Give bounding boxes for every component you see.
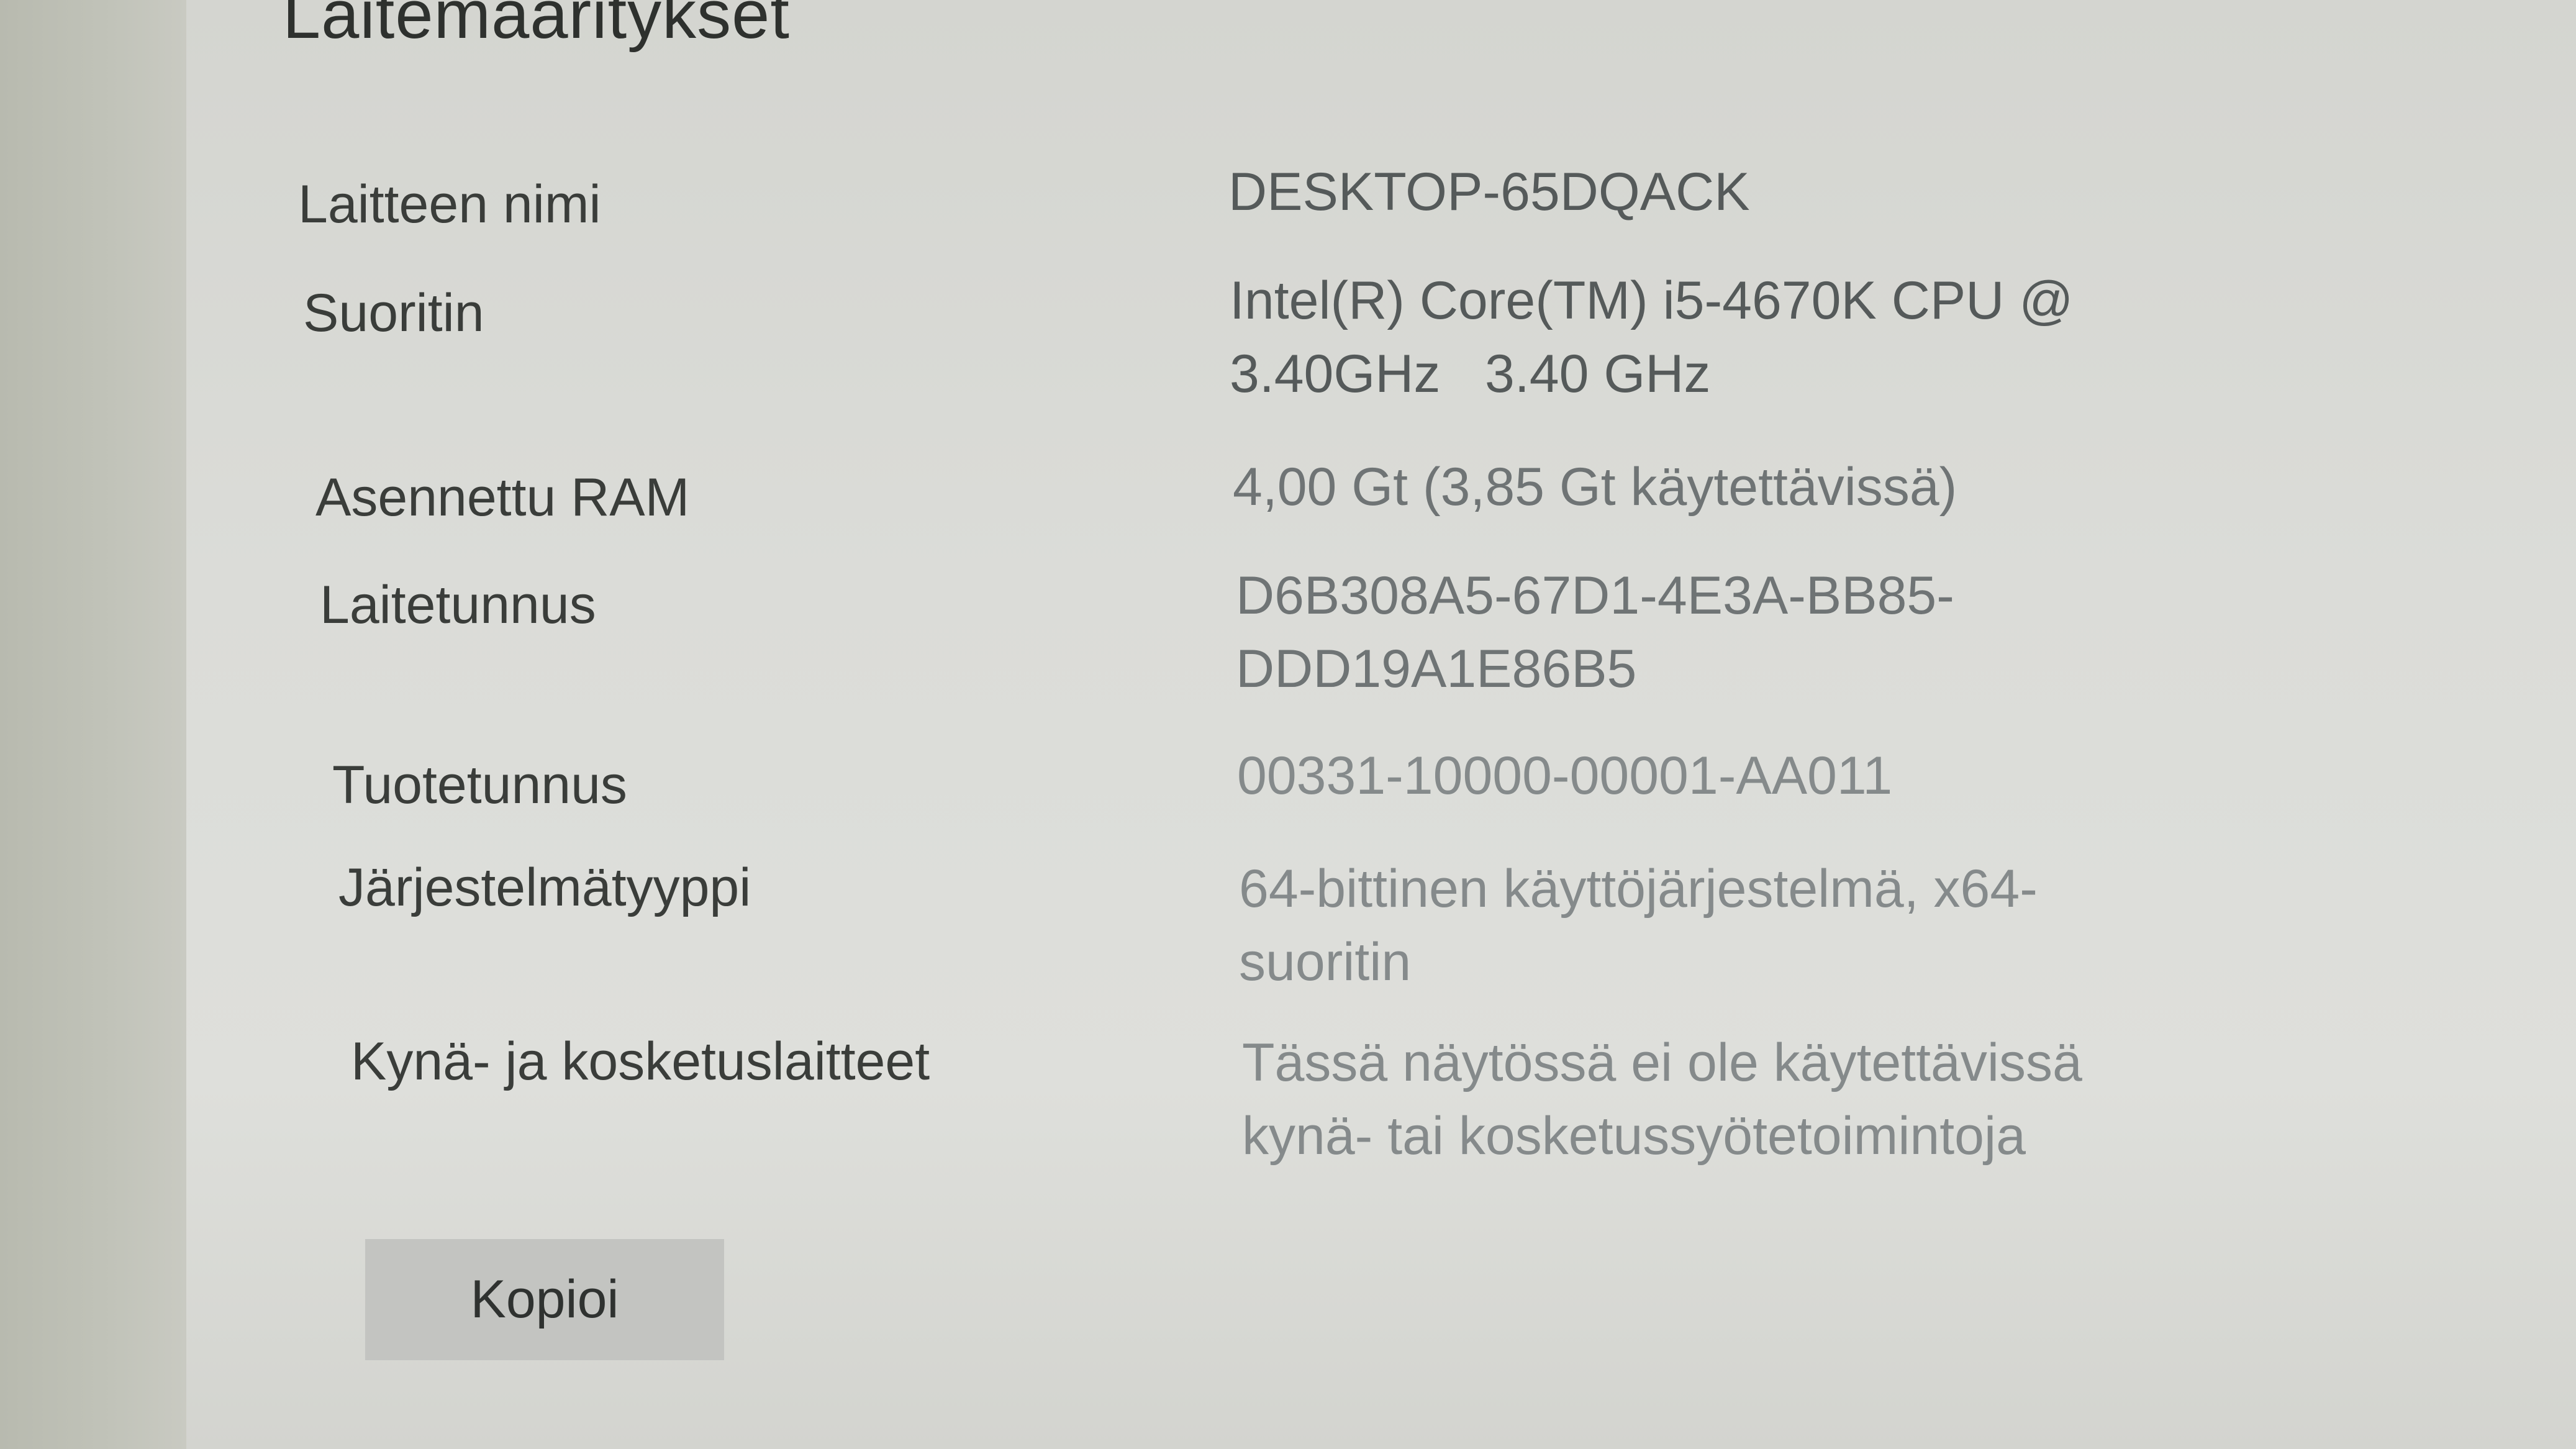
spec-value-device-id[interactable]: D6B308A5-67D1-4E3A-BB85- DDD19A1E86B5: [1236, 559, 1954, 706]
value-line: DDD19A1E86B5: [1236, 639, 1637, 699]
section-title: Laitemääritykset: [283, 0, 790, 53]
screen: Laitemääritykset Laitteen nimi DESKTOP-6…: [0, 0, 2576, 1449]
value-line: suoritin: [1239, 932, 1412, 992]
spec-label-device-name: Laitteen nimi: [298, 175, 601, 234]
spec-value-system-type[interactable]: 64-bittinen käyttöjärjestelmä, x64- suor…: [1239, 852, 2038, 999]
value-line: kynä- tai kosketussyötetoimintoja: [1242, 1106, 2026, 1166]
spec-label-installed-ram: Asennettu RAM: [315, 468, 690, 527]
value-line: 64-bittinen käyttöjärjestelmä, x64-: [1239, 859, 2038, 919]
spec-label-product-id: Tuotetunnus: [332, 755, 627, 815]
spec-value-installed-ram[interactable]: 4,00 Gt (3,85 Gt käytettävissä): [1233, 450, 1957, 524]
spec-label-device-id: Laitetunnus: [320, 575, 596, 635]
navigation-pane-edge: [0, 0, 186, 1449]
value-line: 00331-10000-00001-AA011: [1237, 746, 1893, 806]
value-line: Intel(R) Core(TM) i5-4670K CPU @: [1230, 271, 2074, 330]
spec-value-processor[interactable]: Intel(R) Core(TM) i5-4670K CPU @ 3.40GHz…: [1230, 264, 2074, 411]
spec-label-pen-and-touch: Kynä- ja kosketuslaitteet: [351, 1032, 930, 1091]
value-line: D6B308A5-67D1-4E3A-BB85-: [1236, 566, 1954, 625]
spec-value-device-name[interactable]: DESKTOP-65DQACK: [1228, 155, 1750, 229]
value-line: DESKTOP-65DQACK: [1228, 162, 1750, 222]
value-line: 4,00 Gt (3,85 Gt käytettävissä): [1233, 457, 1957, 517]
spec-label-system-type: Järjestelmätyyppi: [338, 858, 751, 917]
spec-value-product-id[interactable]: 00331-10000-00001-AA011: [1237, 739, 1892, 812]
copy-button[interactable]: Kopioi: [365, 1239, 724, 1360]
spec-value-pen-and-touch[interactable]: Tässä näytössä ei ole käytettävissä kynä…: [1242, 1026, 2082, 1173]
spec-label-processor: Suoritin: [303, 283, 484, 343]
value-line: 3.40GHz 3.40 GHz: [1230, 344, 1711, 404]
value-line: Tässä näytössä ei ole käytettävissä: [1242, 1033, 2082, 1092]
